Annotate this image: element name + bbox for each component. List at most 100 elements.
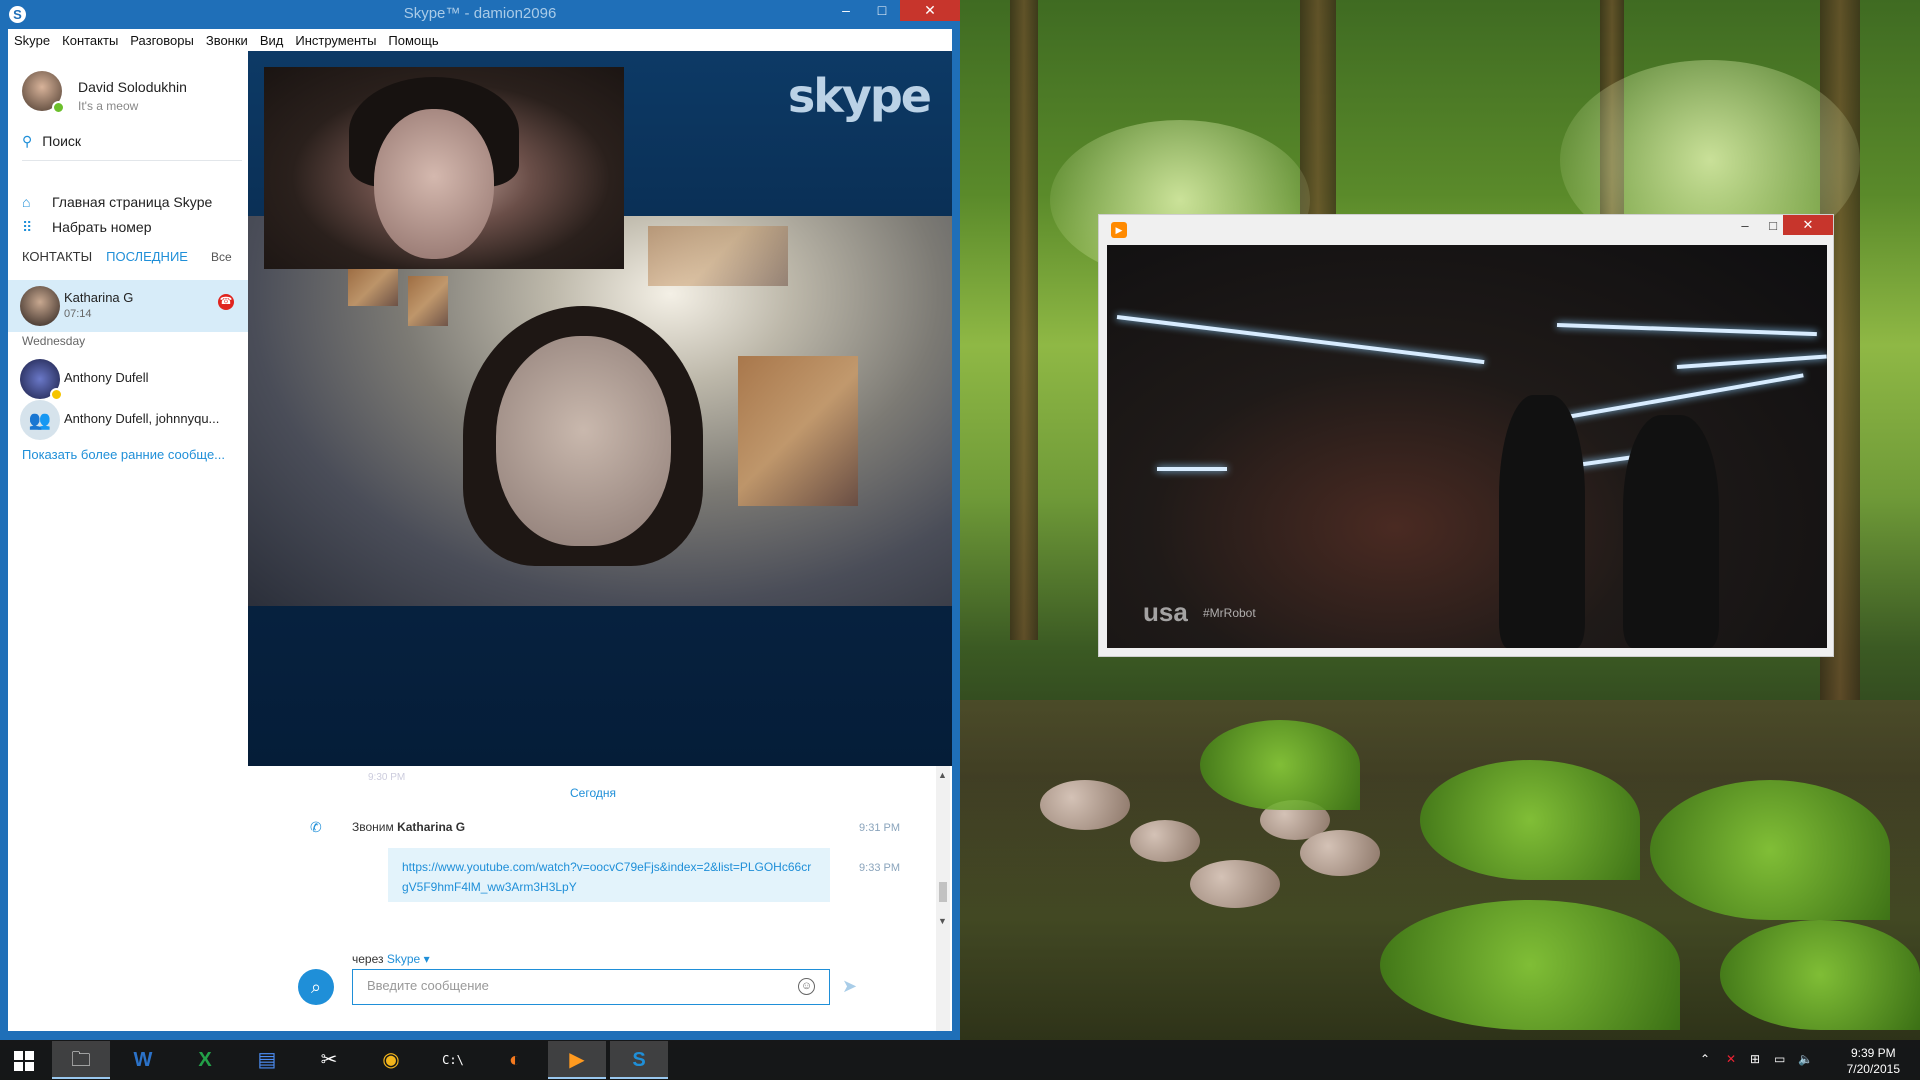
home-label: Главная страница Skype — [52, 194, 213, 210]
emoji-icon[interactable]: ☺ — [798, 978, 815, 995]
sidebar: David Solodukhin It's a meow ⚲ Поиск ⌂ Гла… — [8, 51, 259, 1031]
video-call-area[interactable]: skype — [248, 51, 952, 766]
network-warning-icon[interactable]: ✕ — [1726, 1052, 1736, 1066]
message-link[interactable]: https://www.youtube.com/watch?v=oocvC79e… — [388, 848, 830, 902]
online-status-icon — [52, 101, 65, 114]
contact-name: Anthony Dufell — [64, 370, 149, 385]
windows-logo-icon — [14, 1051, 34, 1071]
start-button[interactable] — [0, 1040, 48, 1080]
via-service: Skype — [386, 952, 421, 966]
command-prompt-icon[interactable]: C:\ — [424, 1041, 482, 1079]
home-link[interactable]: ⌂ Главная страница Skype — [22, 194, 212, 210]
show-hidden-icons-icon[interactable]: ⌃ — [1700, 1052, 1710, 1066]
skype-title-bar[interactable]: S Skype™ - damion2096 – □ ✕ — [0, 0, 960, 29]
clock-date: 7/20/2015 — [1846, 1062, 1900, 1076]
player-minimize-button[interactable]: – — [1731, 218, 1759, 233]
media-player-icon[interactable]: ▶ — [548, 1041, 606, 1079]
filter-label: Все — [211, 250, 232, 264]
show-earlier-link[interactable]: Показать более ранние сообще... — [22, 447, 225, 462]
hangup-icon[interactable]: ☎ — [218, 294, 234, 310]
call-time: 9:31 PM — [859, 822, 900, 834]
clock[interactable]: 9:39 PM 7/20/2015 — [1847, 1045, 1900, 1077]
menu-contacts[interactable]: Контакты — [56, 29, 124, 48]
menu-tools[interactable]: Инструменты — [289, 29, 382, 48]
menu-conversations[interactable]: Разговоры — [124, 29, 200, 48]
home-icon: ⌂ — [22, 194, 31, 210]
menu-calls[interactable]: Звонки — [200, 29, 254, 48]
recent-item[interactable]: Anthony Dufell — [8, 356, 248, 401]
player-close-button[interactable]: ✕ — [1783, 215, 1833, 235]
excel-icon[interactable]: X — [176, 1041, 234, 1079]
player-app-icon: ▶ — [1111, 222, 1127, 238]
word-icon[interactable]: W — [114, 1041, 172, 1079]
search-label: Поиск — [42, 133, 82, 149]
menu-help[interactable]: Помощь — [382, 29, 444, 48]
faded-timestamp: 9:30 PM — [368, 772, 406, 783]
scroll-thumb[interactable] — [939, 882, 947, 902]
dial-label: Набрать номер — [52, 219, 152, 235]
windows-flag-icon[interactable]: ⊞ — [1750, 1052, 1760, 1066]
contact-tabs: КОНТАКТЫПОСЛЕДНИЕВсе ⌄ — [22, 249, 259, 264]
taskbar: 🗀 W X ▤ ✂ ◉ C:\ ◐ ▶ S ⌃ ✕ ⊞ ▭ 🔈 9:39 PM … — [0, 1040, 1920, 1080]
recent-item-active[interactable]: Katharina G 07:14 ☎ — [8, 280, 248, 332]
date-separator: Сегодня — [570, 786, 616, 800]
menu-view[interactable]: Вид — [254, 29, 290, 48]
chevron-down-icon: ▾ — [423, 952, 430, 966]
network-watermark: usa — [1143, 597, 1188, 627]
day-separator: Wednesday — [22, 334, 86, 348]
window-title: Skype™ - damion2096 — [403, 5, 557, 22]
clock-time: 9:39 PM — [1850, 1046, 1896, 1060]
dialpad-icon: ⠿ — [22, 219, 33, 235]
phone-icon: ✆ — [310, 819, 322, 835]
send-icon[interactable]: ➤ — [842, 976, 857, 997]
call-contact: Katharina G — [397, 820, 466, 834]
via-prefix: через — [352, 952, 384, 966]
chrome-icon[interactable]: ◉ — [362, 1041, 420, 1079]
show-hashtag: #MrRobot — [1203, 606, 1256, 620]
conversation-pane: skype 9:30 PM Сегодня ✆ Звоним Katharina… — [248, 51, 952, 1031]
firefox-icon[interactable]: ◐ — [486, 1041, 544, 1079]
close-button[interactable]: ✕ — [900, 0, 960, 21]
contact-avatar — [20, 286, 60, 326]
self-video-preview[interactable] — [264, 67, 624, 269]
message-input[interactable]: Введите сообщение ☺ — [352, 969, 830, 1005]
attach-icon[interactable]: ⌕ — [298, 969, 334, 1005]
minimize-button[interactable]: – — [830, 0, 862, 21]
docs-icon[interactable]: ▤ — [238, 1041, 296, 1079]
search-field[interactable]: ⚲ Поиск — [22, 133, 242, 161]
skype-window: S Skype™ - damion2096 – □ ✕ Skype Контакт… — [0, 0, 960, 1040]
call-prefix: Звоним — [352, 820, 394, 834]
media-player-window: ▶ – □ ✕ usa #MrRobot — [1098, 214, 1834, 657]
tab-contacts[interactable]: КОНТАКТЫ — [22, 249, 92, 264]
contact-name: Katharina G — [64, 290, 134, 305]
call-duration: 07:14 — [64, 308, 92, 320]
message-time: 9:33 PM — [859, 862, 900, 874]
volume-icon[interactable]: 🔈 — [1798, 1052, 1813, 1066]
profile-name[interactable]: David Solodukhin — [78, 79, 187, 95]
system-tray: ⌃ ✕ ⊞ ▭ 🔈 9:39 PM 7/20/2015 — [1690, 1040, 1920, 1080]
scroll-down-icon[interactable]: ▼ — [938, 916, 947, 926]
skype-taskbar-icon[interactable]: S — [610, 1041, 668, 1079]
remote-video-feed — [248, 216, 952, 606]
menu-skype[interactable]: Skype — [8, 29, 56, 48]
chat-history: 9:30 PM Сегодня ✆ Звоним Katharina G 9:3… — [248, 766, 952, 1031]
menu-bar: Skype Контакты Разговоры Звонки Вид Инструмен… — [8, 29, 952, 51]
file-explorer-icon[interactable]: 🗀 — [52, 1041, 110, 1079]
call-event: Звоним Katharina G — [352, 820, 465, 834]
chat-scrollbar[interactable]: ▲ ▼ — [936, 766, 950, 1031]
recent-item[interactable]: 👥 Anthony Dufell, johnnyqu... — [8, 397, 248, 441]
scroll-up-icon[interactable]: ▲ — [938, 770, 947, 780]
battery-icon[interactable]: ▭ — [1774, 1052, 1785, 1066]
message-placeholder: Введите сообщение — [367, 978, 489, 993]
profile-mood[interactable]: It's a meow — [78, 99, 138, 113]
contact-name: Anthony Dufell, johnnyqu... — [64, 411, 220, 426]
group-icon: 👥 — [20, 400, 60, 440]
search-icon: ⚲ — [22, 133, 33, 149]
video-frame[interactable]: usa #MrRobot — [1107, 245, 1827, 648]
maximize-button[interactable]: □ — [866, 0, 898, 21]
snipping-tool-icon[interactable]: ✂ — [300, 1041, 358, 1079]
dial-link[interactable]: ⠿ Набрать номер — [22, 219, 152, 236]
tab-recent[interactable]: ПОСЛЕДНИЕ — [106, 249, 188, 264]
via-selector[interactable]: через Skype ▾ — [352, 952, 430, 966]
skype-logo: skype — [787, 69, 932, 123]
